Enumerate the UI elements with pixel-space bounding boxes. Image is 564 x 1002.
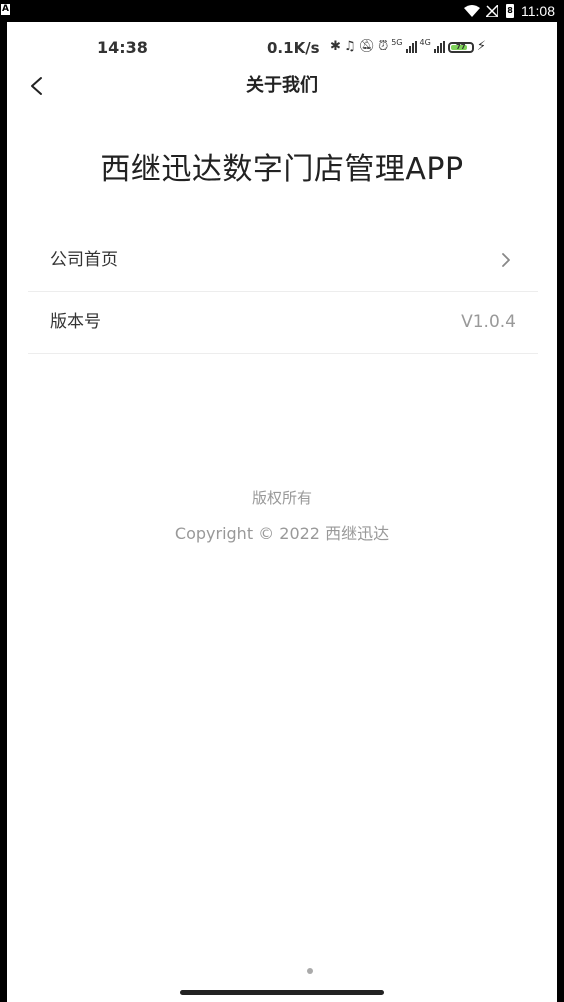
headphones-icon: ♫ <box>343 39 356 54</box>
charging-icon: ⚡︎ <box>476 39 486 54</box>
version-value: V1.0.4 <box>461 312 516 332</box>
signal-icon <box>405 41 417 53</box>
battery-level: 77 <box>455 42 466 51</box>
page-indicator-dot <box>307 968 313 974</box>
app-name-heading: 西继迅达数字门店管理APP <box>100 152 464 187</box>
system-status-bar: A 8 11:08 <box>0 0 564 22</box>
copyright-text: Copyright © 2022 西继迅达 <box>174 524 390 543</box>
home-indicator[interactable] <box>180 990 384 995</box>
network-5g-label: 5G <box>391 38 403 47</box>
network-4g-label: 4G <box>419 38 431 47</box>
app-screen: 14:38 0.1K/s ✱ ♫ 🔕︎ ⏰︎ 5G 4G 77 ⚡︎ 关于我们 … <box>7 22 557 1002</box>
inner-status-bar: 14:38 0.1K/s ✱ ♫ 🔕︎ ⏰︎ 5G 4G 77 ⚡︎ <box>7 22 557 68</box>
notification-a-icon: A <box>1 4 10 15</box>
alarm-icon: ⏰︎ <box>378 39 389 54</box>
battery-icon: 77 <box>447 41 474 53</box>
info-list: 公司首页 版本号 V1.0.4 <box>28 230 538 354</box>
wifi-icon <box>464 5 480 17</box>
nav-header: 关于我们 <box>7 68 557 104</box>
chevron-right-icon <box>502 253 510 267</box>
inner-time: 14:38 <box>97 38 148 57</box>
signal-off-icon <box>486 5 498 17</box>
bluetooth-icon: ✱ <box>330 39 341 54</box>
mute-bell-icon: 🔕︎ <box>358 39 376 54</box>
battery-icon: 8 <box>506 4 514 18</box>
rights-text: 版权所有 <box>251 489 312 507</box>
version-label: 版本号 <box>50 312 101 332</box>
page-title: 关于我们 <box>246 75 318 96</box>
battery-badge: 8 <box>507 6 513 15</box>
company-home-row[interactable]: 公司首页 <box>28 230 538 292</box>
company-home-label: 公司首页 <box>50 250 118 270</box>
status-icons: ✱ ♫ 🔕︎ ⏰︎ 5G 4G 77 ⚡︎ <box>330 37 486 57</box>
signal-icon-2 <box>433 41 445 53</box>
net-speed: 0.1K/s <box>267 39 320 57</box>
system-time: 11:08 <box>521 3 555 19</box>
version-row: 版本号 V1.0.4 <box>28 292 538 354</box>
